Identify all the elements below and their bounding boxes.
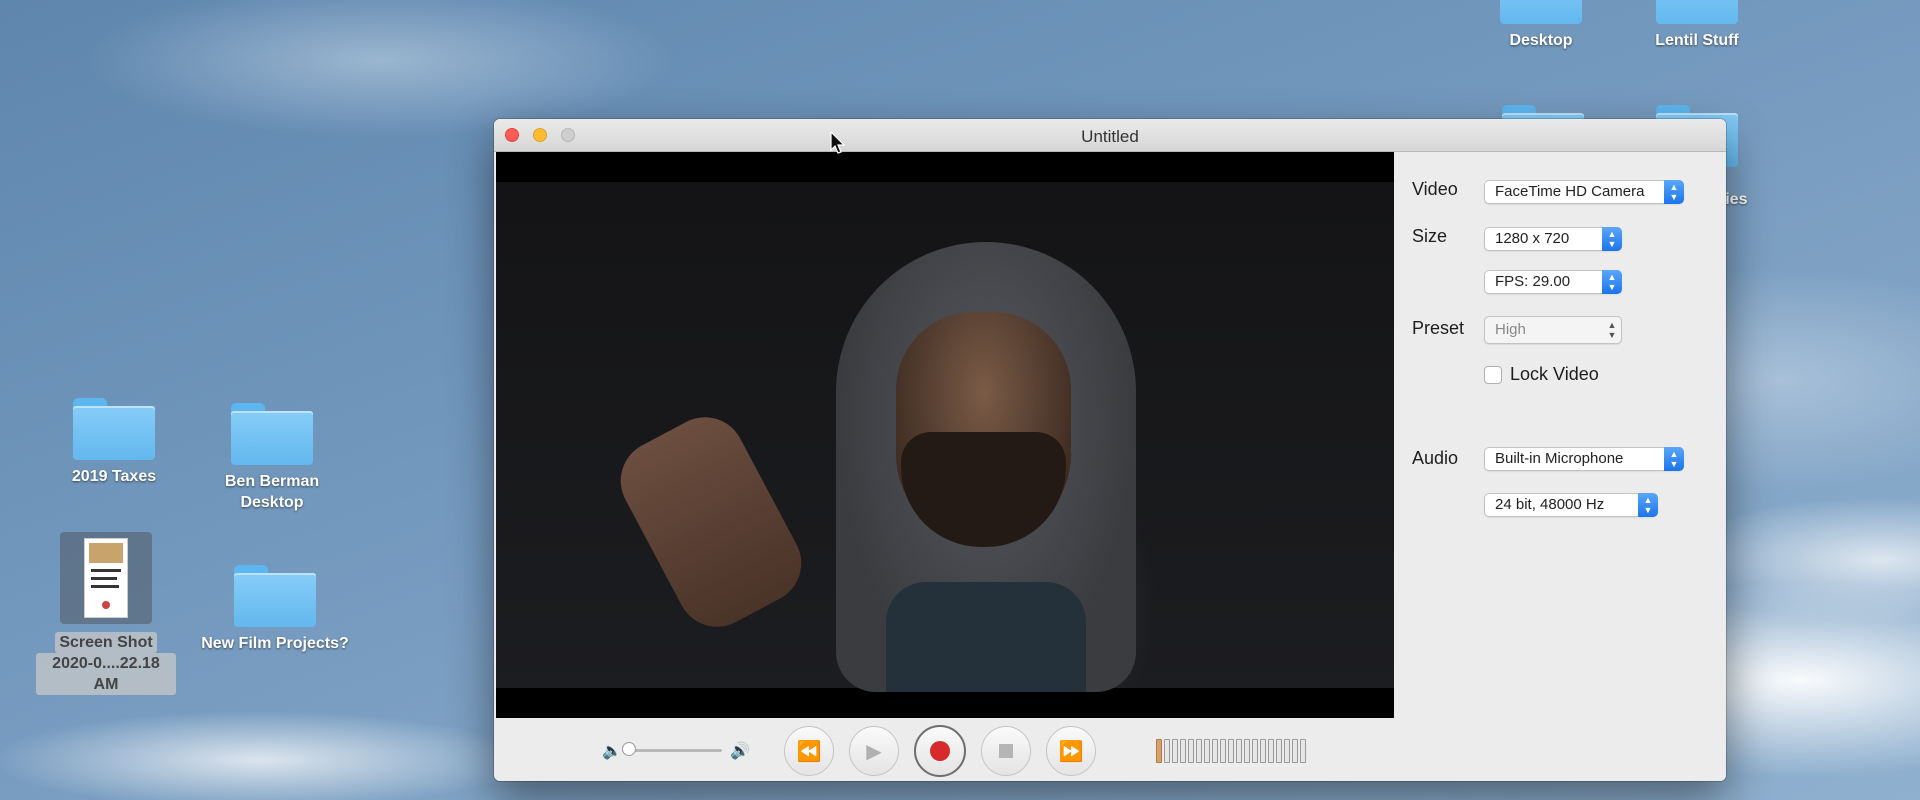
meter-segment [1284, 739, 1290, 763]
desktop-item-label: Lentil Stuff [1655, 32, 1739, 49]
window-title: Untitled [1081, 127, 1139, 146]
chevron-updown-icon: ▲ ▼ [1607, 320, 1617, 340]
meter-segment [1188, 739, 1194, 763]
desktop-folder-lentil-stuff[interactable]: Lentil Stuff [1627, 0, 1767, 51]
meter-segment [1156, 739, 1162, 763]
size-label: Size [1412, 226, 1448, 246]
rewind-button[interactable]: ⏪ [784, 726, 834, 776]
fast-forward-icon: ⏩ [1058, 740, 1084, 763]
screenshot-label: Screen Shot 2020-0....22.18 AM [36, 632, 176, 695]
volume-low-icon: 🔈 [602, 743, 622, 760]
chevron-updown-icon: ▲ ▼ [1638, 493, 1658, 517]
stop-button[interactable] [981, 726, 1031, 776]
recording-window: Untitled 🔈 🔊 ⏪ ▶ ⏩ Video FaceTime HD Cam… [494, 119, 1726, 781]
record-button[interactable] [914, 725, 966, 777]
meter-segment [1244, 739, 1250, 763]
volume-slider[interactable] [622, 749, 722, 752]
size-select[interactable]: 1280 x 720 ▲ ▼ [1484, 227, 1622, 251]
preset-select[interactable]: High ▲ ▼ [1484, 316, 1622, 344]
record-icon [930, 741, 950, 761]
meter-segment [1268, 739, 1274, 763]
meter-segment [1252, 739, 1258, 763]
desktop-folder-2019-taxes[interactable]: 2019 Taxes [44, 398, 184, 487]
folder-icon [1656, 0, 1738, 24]
desktop-folder-ben-berman-desktop[interactable]: Ben Berman Desktop [202, 403, 342, 513]
play-button[interactable]: ▶ [849, 726, 899, 776]
chevron-updown-icon: ▲ ▼ [1664, 447, 1684, 471]
camera-feed [496, 182, 1394, 692]
screenshot-thumbnail-icon [60, 532, 152, 624]
audio-format-select[interactable]: 24 bit, 48000 Hz ▲ ▼ [1484, 493, 1658, 517]
meter-segment [1180, 739, 1186, 763]
play-icon: ▶ [866, 740, 882, 763]
fps-select[interactable]: FPS: 29.00 ▲ ▼ [1484, 270, 1622, 294]
video-source-select[interactable]: FaceTime HD Camera ▲ ▼ [1484, 180, 1684, 204]
audio-source-select[interactable]: Built-in Microphone ▲ ▼ [1484, 447, 1684, 471]
lock-video-checkbox[interactable] [1484, 366, 1502, 384]
video-label: Video [1412, 179, 1458, 199]
transport-controls: 🔈 🔊 ⏪ ▶ ⏩ [494, 719, 1394, 781]
stop-icon [999, 744, 1013, 758]
desktop-folder-desktop[interactable]: Desktop [1471, 0, 1611, 51]
meter-segment [1260, 739, 1266, 763]
audio-level-meter [1156, 739, 1306, 763]
desktop-item-label: New Film Projects? [201, 635, 349, 652]
audio-label: Audio [1412, 448, 1459, 468]
chevron-updown-icon: ▲ ▼ [1602, 227, 1622, 251]
folder-icon [231, 403, 313, 465]
meter-segment [1236, 739, 1242, 763]
desktop-folder-new-film-projects[interactable]: New Film Projects? [201, 565, 349, 654]
desktop-item-label: Ben Berman Desktop [224, 473, 320, 511]
meter-segment [1220, 739, 1226, 763]
meter-segment [1164, 739, 1170, 763]
desktop-item-label: 2019 Taxes [71, 468, 157, 485]
folder-icon [73, 398, 155, 460]
meter-segment [1228, 739, 1234, 763]
meter-segment [1292, 739, 1298, 763]
meter-segment [1212, 739, 1218, 763]
meter-segment [1196, 739, 1202, 763]
mouse-cursor-icon [830, 131, 846, 154]
video-preview [496, 152, 1394, 718]
meter-segment [1172, 739, 1178, 763]
folder-icon [234, 565, 316, 627]
chevron-updown-icon: ▲ ▼ [1664, 180, 1684, 204]
meter-segment [1300, 739, 1306, 763]
title-bar[interactable]: Untitled [494, 119, 1726, 152]
lock-video-label: Lock Video [1510, 364, 1599, 384]
desktop-file-screenshot[interactable]: Screen Shot 2020-0....22.18 AM [36, 532, 176, 695]
fast-forward-button[interactable]: ⏩ [1046, 726, 1096, 776]
chevron-updown-icon: ▲ ▼ [1602, 270, 1622, 294]
meter-segment [1204, 739, 1210, 763]
volume-high-icon: 🔊 [730, 743, 750, 760]
rewind-icon: ⏪ [796, 740, 822, 763]
preset-label: Preset [1412, 318, 1465, 338]
volume-slider-knob[interactable] [622, 742, 636, 756]
settings-panel: Video FaceTime HD Camera ▲ ▼ Size 1280 x … [1394, 152, 1726, 781]
desktop-item-label: Desktop [1509, 32, 1573, 49]
meter-segment [1276, 739, 1282, 763]
folder-icon [1500, 0, 1582, 24]
